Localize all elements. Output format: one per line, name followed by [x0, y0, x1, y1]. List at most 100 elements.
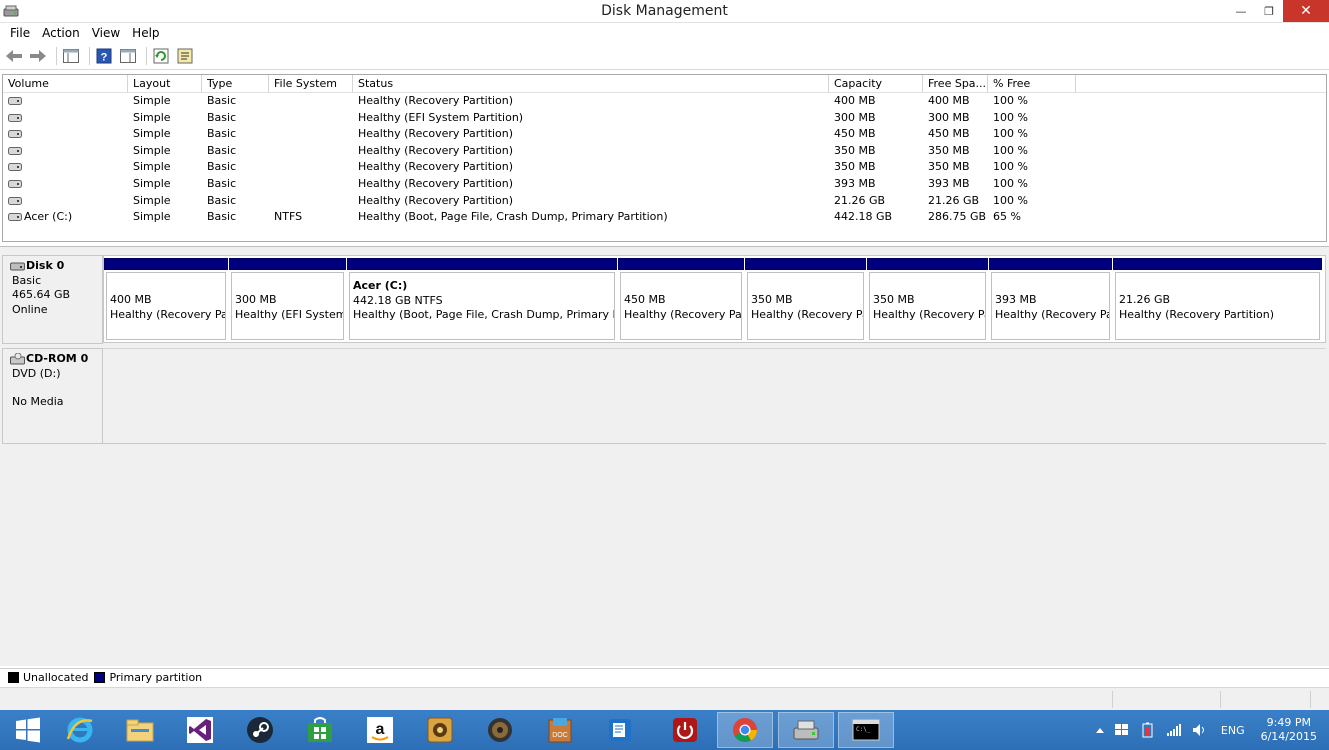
column-header-capacity[interactable]: Capacity	[829, 75, 923, 93]
action-center-flag-icon[interactable]	[1114, 723, 1130, 737]
language-indicator[interactable]: ENG	[1221, 724, 1245, 737]
partition-name: Acer (C:)	[353, 279, 408, 292]
disk-0-partitions: 400 MB Healthy (Recovery Pa 300 MB Healthy …	[103, 255, 1326, 343]
partition-block[interactable]: 400 MB Healthy (Recovery Pa	[104, 258, 228, 342]
cell-type-text: Basic	[207, 94, 237, 107]
visual-studio-icon[interactable]	[172, 712, 228, 748]
cell-capacity-text: 400 MB	[834, 94, 876, 107]
cdrom-0-area[interactable]	[103, 348, 1326, 444]
primary-partition-bar	[229, 258, 346, 270]
docs-icon[interactable]: DOC	[532, 712, 588, 748]
cell-status-text: Healthy (Recovery Partition)	[358, 176, 514, 190]
partition-block[interactable]: 450 MB Healthy (Recovery Pa	[618, 258, 744, 342]
column-header-volume[interactable]: Volume	[3, 75, 128, 93]
system-tray: ENG 9:49 PM 6/14/2015	[1091, 710, 1329, 750]
primary-partition-bar	[745, 258, 866, 270]
table-row[interactable]: Simple Basic Healthy (Recovery Partition) 4…	[3, 126, 1326, 143]
legend-unallocated: Unallocated	[8, 671, 88, 684]
speaker-icon[interactable]	[472, 712, 528, 748]
cell-type: Basic	[202, 176, 269, 193]
partition-block[interactable]: 300 MB Healthy (EFI System	[229, 258, 346, 342]
cdrom-0-media: No Media	[12, 395, 64, 408]
table-row[interactable]: Simple Basic Healthy (EFI System Partition…	[3, 110, 1326, 127]
cell-type: Basic	[202, 110, 269, 127]
cell-file-system	[269, 176, 353, 193]
network-signal-icon[interactable]	[1166, 723, 1182, 737]
cdrom-0-label[interactable]: CD-ROM 0 DVD (D:) No Media	[2, 348, 103, 444]
partition-block[interactable]: 350 MB Healthy (Recovery Pa	[867, 258, 988, 342]
cell-volume	[3, 159, 128, 176]
disk-0-label[interactable]: Disk 0 Basic 465.64 GB Online	[2, 255, 103, 344]
table-row[interactable]: Simple Basic Healthy (Recovery Partition) 3…	[3, 159, 1326, 176]
disk-0-size: 465.64 GB	[12, 288, 71, 301]
column-header-status[interactable]: Status	[353, 75, 829, 93]
properties-icon[interactable]	[175, 46, 195, 66]
app-icon[interactable]	[592, 712, 648, 748]
cell-percent-free-text: 100 %	[993, 160, 1028, 174]
column-header-file-system[interactable]: File System	[269, 75, 353, 93]
table-row[interactable]: Simple Basic Healthy (Recovery Partition) 3…	[3, 176, 1326, 193]
battery-icon[interactable]	[1140, 722, 1156, 738]
table-row[interactable]: Simple Basic Healthy (Recovery Partition) 2…	[3, 193, 1326, 210]
file-explorer-icon[interactable]	[112, 712, 168, 748]
column-header-percent-free[interactable]: % Free	[988, 75, 1076, 93]
store-icon[interactable]	[292, 712, 348, 748]
command-prompt-icon[interactable]: C:\_	[838, 712, 894, 748]
show-hidden-icons-chevron-icon[interactable]	[1095, 727, 1104, 733]
cell-layout-text: Simple	[133, 94, 171, 107]
close-button[interactable]: ✕	[1283, 0, 1329, 22]
cell-capacity-text: 300 MB	[834, 110, 876, 124]
volume-icon[interactable]	[1192, 723, 1208, 737]
cell-percent-free-text: 100 %	[993, 193, 1028, 207]
partition-status: Healthy (Recovery Pa	[110, 307, 226, 321]
cell-type: Basic	[202, 159, 269, 176]
amazon-icon[interactable]: a	[352, 712, 408, 748]
table-row[interactable]: Simple Basic Healthy (Recovery Partition) 4…	[3, 93, 1326, 110]
partition-details: 393 MB Healthy (Recovery Pa	[991, 272, 1110, 340]
cell-free-space-text: 300 MB	[928, 110, 970, 124]
cell-capacity: 393 MB	[829, 176, 923, 193]
partition-block[interactable]: 393 MB Healthy (Recovery Pa	[989, 258, 1112, 342]
cell-volume	[3, 193, 128, 210]
restore-button[interactable]: ❐	[1255, 0, 1283, 22]
table-row[interactable]: Acer (C:) Simple Basic NTFS Healthy (Boot, P…	[3, 209, 1326, 226]
partition-block[interactable]: 350 MB Healthy (Recovery Pa	[745, 258, 866, 342]
disk-management-icon[interactable]	[778, 712, 834, 748]
forward-arrow-icon[interactable]	[28, 46, 48, 66]
primary-partition-bar	[347, 258, 617, 270]
primary-partition-bar	[104, 258, 228, 270]
help-icon[interactable]: ?	[94, 46, 114, 66]
clock[interactable]: 9:49 PM 6/14/2015	[1261, 716, 1317, 744]
menu-view[interactable]: View	[86, 26, 126, 40]
power-icon[interactable]	[657, 712, 713, 748]
menu-file[interactable]: File	[4, 26, 36, 40]
start-icon[interactable]	[0, 712, 56, 748]
cell-layout: Simple	[128, 209, 202, 226]
steam-icon[interactable]	[232, 712, 288, 748]
minimize-button[interactable]: —	[1227, 0, 1255, 22]
status-bar-divider	[1112, 691, 1113, 708]
show-hide-icon[interactable]	[118, 46, 138, 66]
column-header-free-space[interactable]: Free Spa...	[923, 75, 988, 93]
partition-block[interactable]: 21.26 GB Healthy (Recovery Partition)	[1113, 258, 1322, 342]
cell-status: Healthy (Recovery Partition)	[353, 176, 829, 193]
internet-explorer-icon[interactable]	[52, 712, 108, 748]
status-bar-divider	[1220, 691, 1221, 708]
partition-block[interactable]: Acer (C:) 442.18 GB NTFS Healthy (Boot, Pa…	[347, 258, 617, 342]
cell-type: Basic	[202, 209, 269, 226]
column-header-type[interactable]: Type	[202, 75, 269, 93]
cell-percent-free-text: 65 %	[993, 210, 1021, 224]
table-row[interactable]: Simple Basic Healthy (Recovery Partition) 3…	[3, 143, 1326, 160]
partition-size: 393 MB	[995, 293, 1037, 306]
menu-action[interactable]: Action	[36, 26, 86, 40]
back-arrow-icon[interactable]	[4, 46, 24, 66]
media-player-icon[interactable]	[412, 712, 468, 748]
cell-type-text: Basic	[207, 193, 237, 207]
menu-help[interactable]: Help	[126, 26, 165, 40]
column-header-layout[interactable]: Layout	[128, 75, 202, 93]
volume-list[interactable]: Volume Layout Type File System Status Ca…	[2, 74, 1327, 242]
chrome-icon[interactable]	[717, 712, 773, 748]
refresh-icon[interactable]	[151, 46, 171, 66]
cell-percent-free: 100 %	[988, 143, 1076, 160]
console-tree-icon[interactable]	[61, 46, 81, 66]
